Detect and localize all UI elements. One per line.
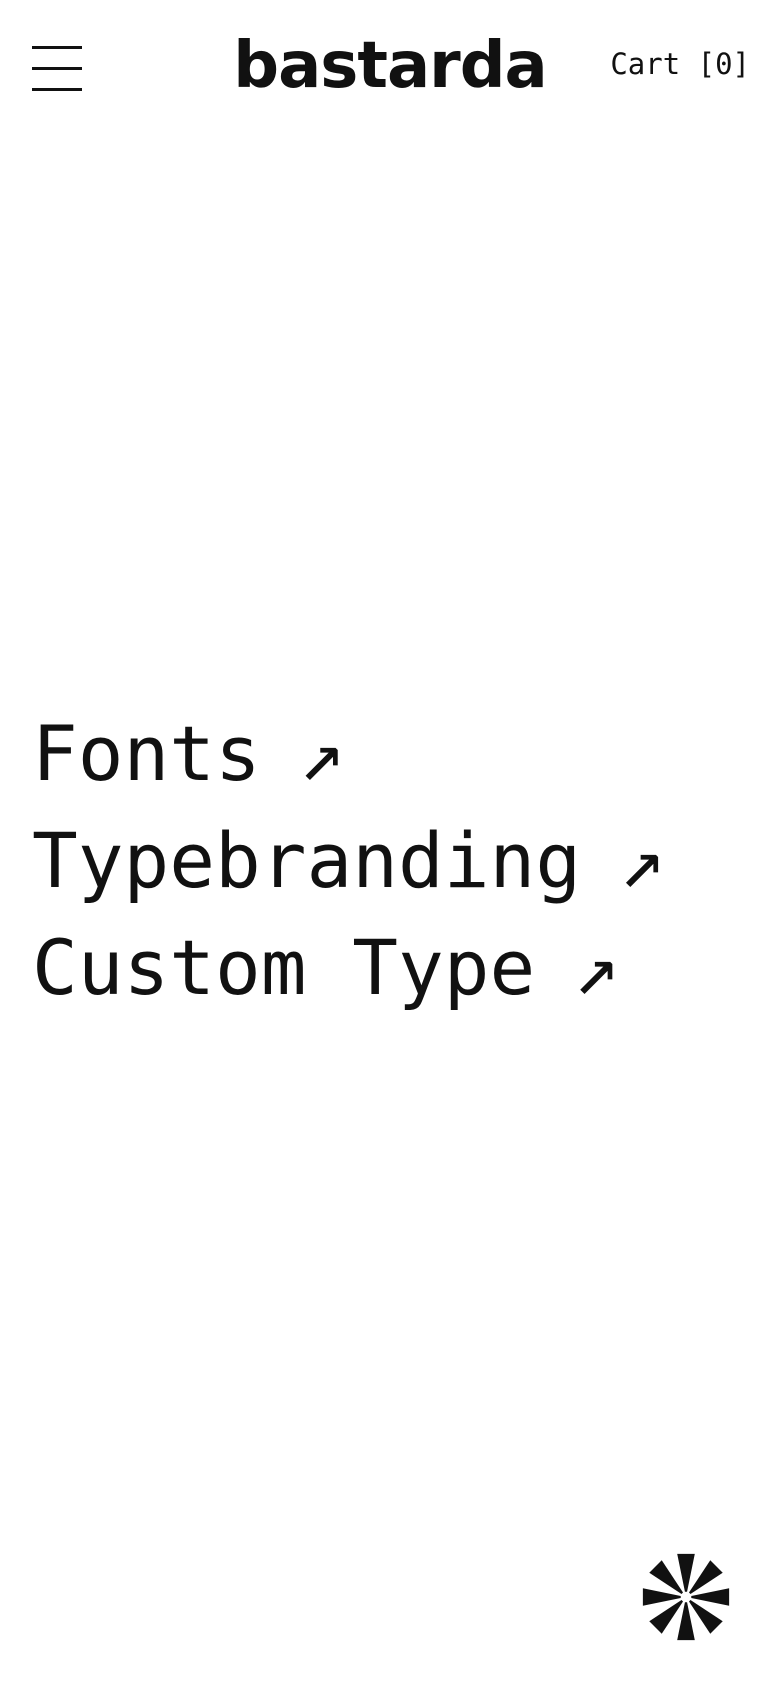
asterisk-star-icon bbox=[642, 1553, 730, 1641]
star-petal bbox=[677, 1602, 695, 1641]
star-petal bbox=[642, 1588, 681, 1606]
nav-link-label: Custom Type bbox=[32, 923, 536, 1012]
arrow-up-right-icon: ↗ bbox=[619, 816, 665, 905]
nav-link-typebranding[interactable]: Typebranding ↗ bbox=[32, 807, 752, 914]
main-navigation: Fonts ↗ Typebranding ↗ Custom Type ↗ bbox=[32, 700, 752, 1021]
nav-link-label: Typebranding bbox=[32, 816, 582, 905]
cart-button[interactable]: Cart [0] bbox=[610, 46, 750, 82]
nav-link-fonts[interactable]: Fonts ↗ bbox=[32, 700, 752, 807]
star-petal bbox=[691, 1588, 730, 1606]
nav-link-label: Fonts bbox=[32, 709, 261, 798]
arrow-up-right-icon: ↗ bbox=[573, 923, 620, 1012]
site-header: bastarda Cart [0] bbox=[0, 0, 780, 140]
star-petal bbox=[677, 1553, 695, 1592]
nav-link-custom-type[interactable]: Custom Type ↗ bbox=[32, 914, 752, 1021]
arrow-up-right-icon: ↗ bbox=[298, 709, 345, 798]
